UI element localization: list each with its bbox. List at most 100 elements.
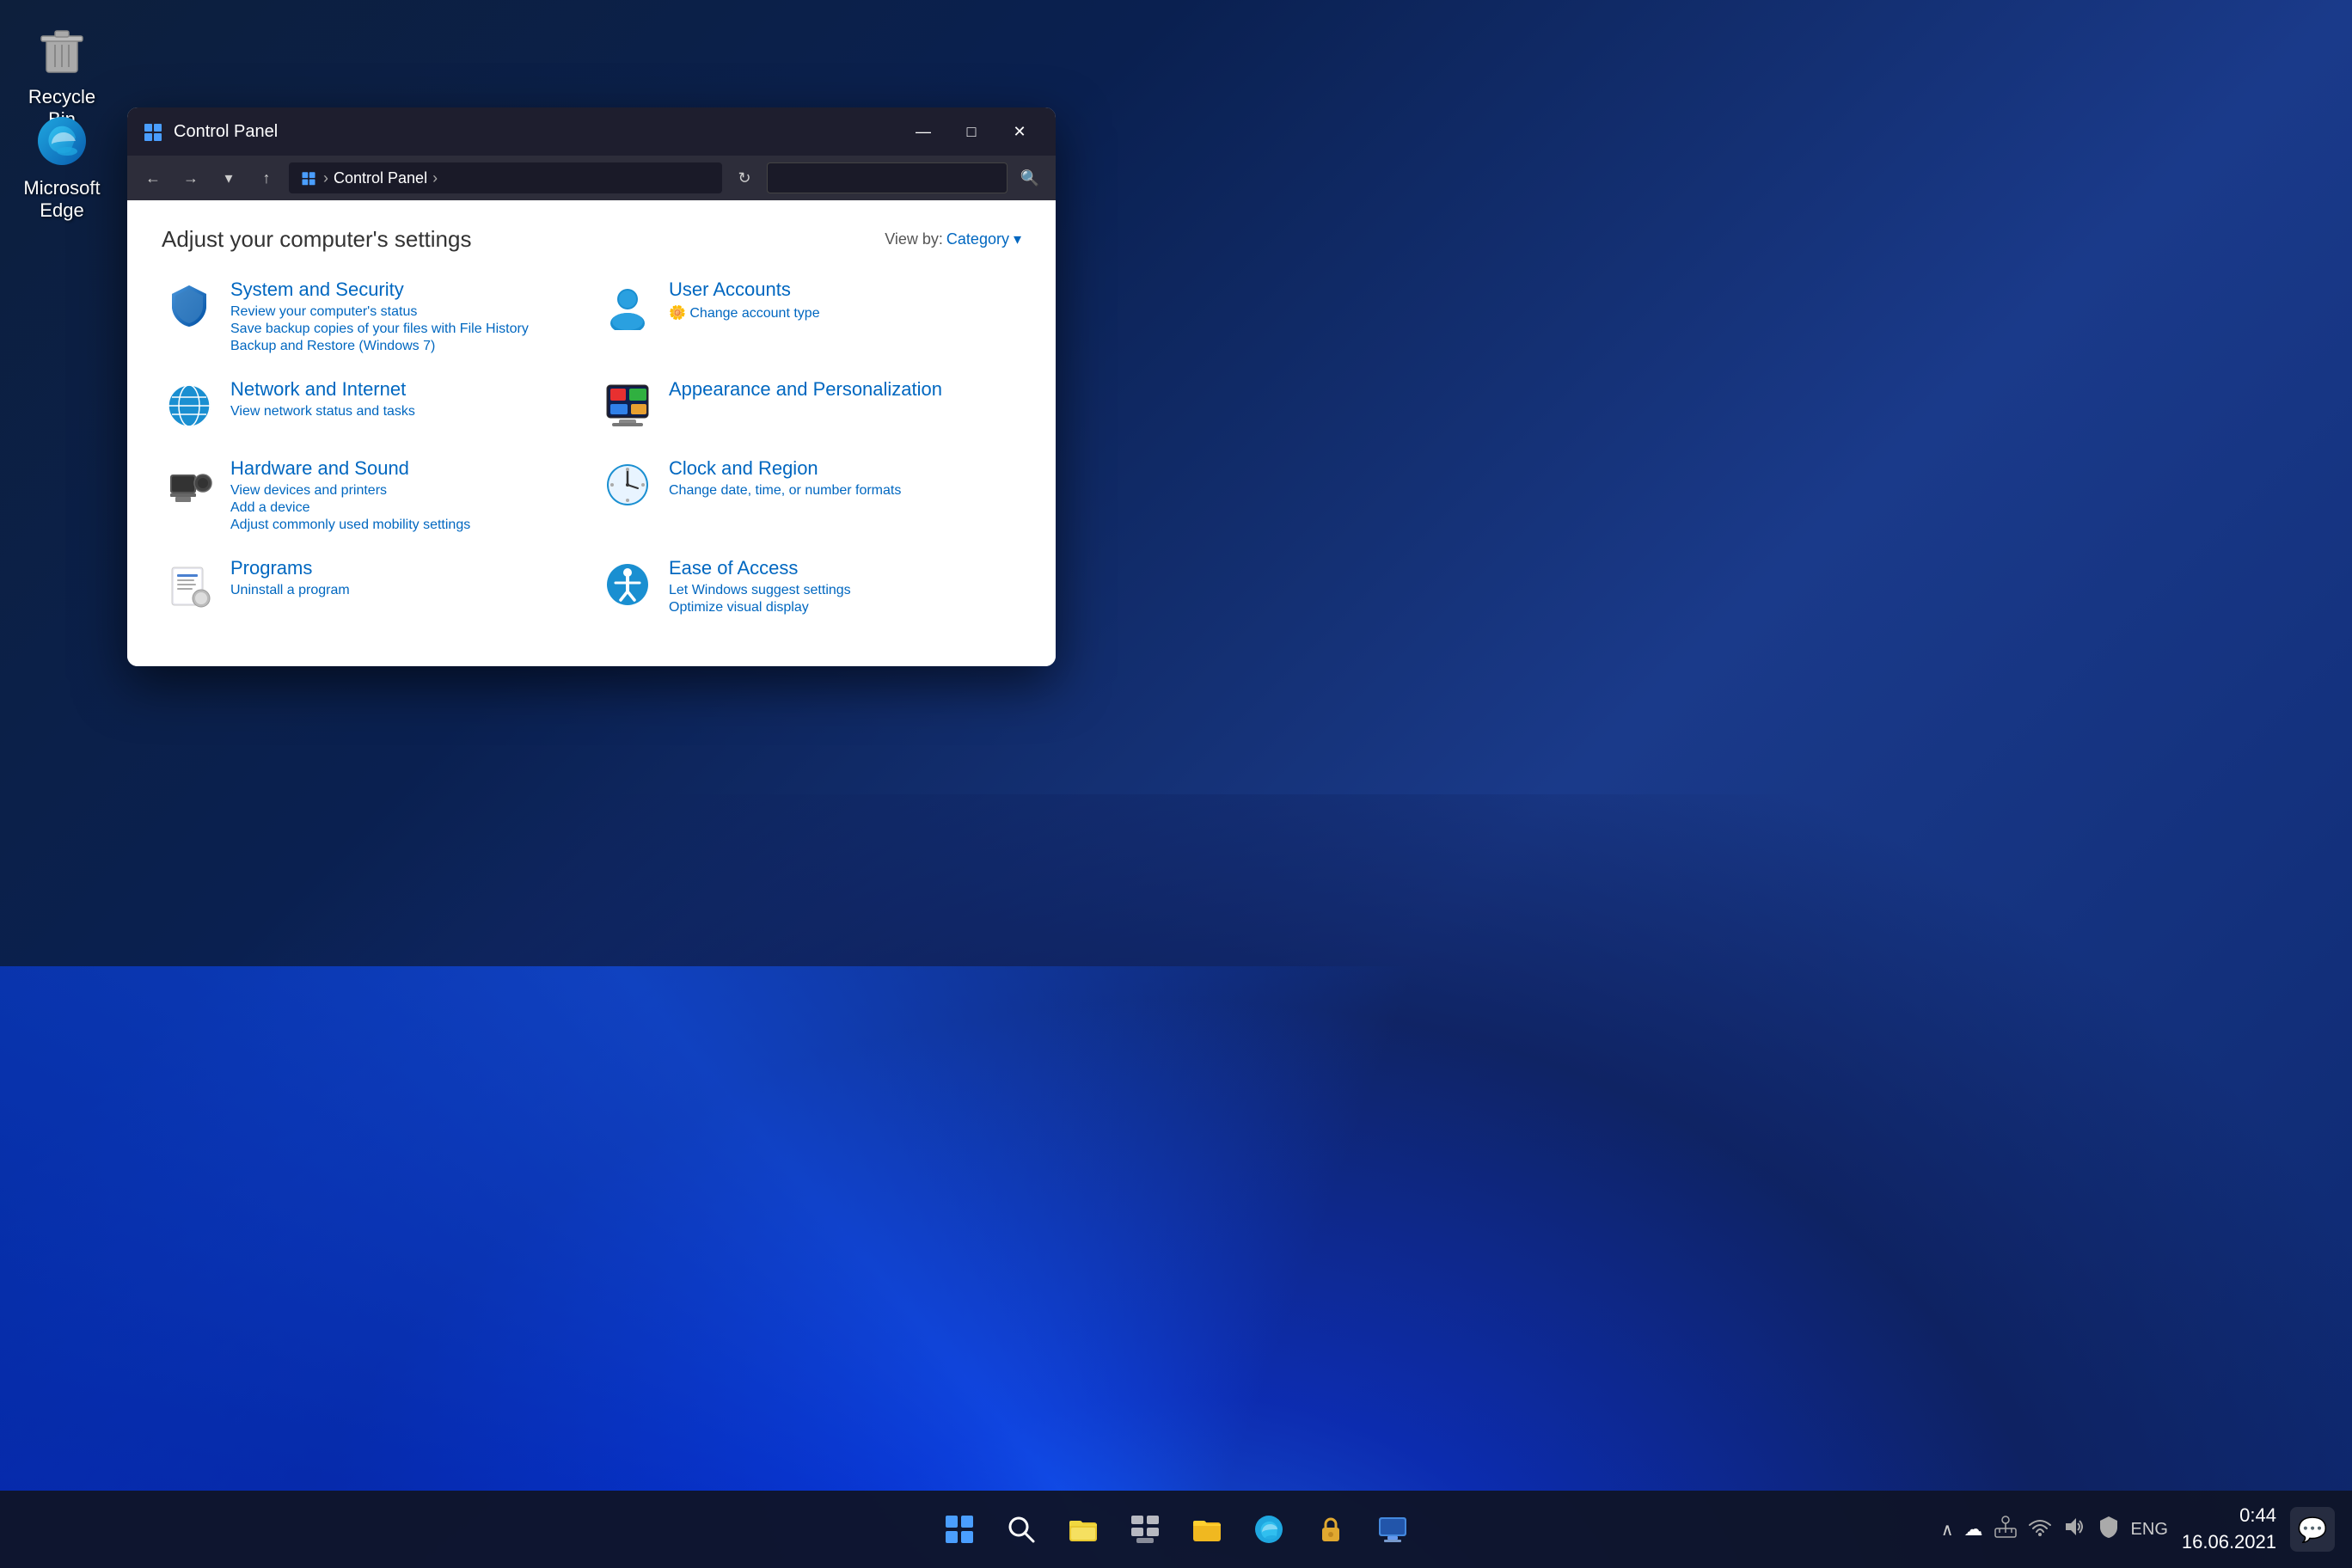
content-area: Adjust your computer's settings View by:… [127, 200, 1056, 666]
taskbar-center [932, 1502, 1420, 1557]
window-title: Control Panel [174, 122, 901, 142]
back-button[interactable]: ← [138, 162, 168, 193]
edge-svg [34, 113, 89, 168]
screen-button[interactable] [1365, 1502, 1420, 1557]
shield-icon[interactable] [2097, 1515, 2121, 1544]
recycle-bin-image [31, 19, 93, 81]
cat-link[interactable]: Review your computer's status [230, 304, 529, 320]
cat-link[interactable]: Backup and Restore (Windows 7) [230, 339, 529, 354]
programs-title[interactable]: Programs [230, 557, 350, 579]
network-internet-content: Network and Internet View network status… [230, 378, 415, 420]
file-explorer-button[interactable] [1056, 1502, 1111, 1557]
ease-of-access-title[interactable]: Ease of Access [669, 557, 851, 579]
maximize-button[interactable]: □ [949, 114, 994, 149]
path-text: Control Panel [334, 169, 427, 187]
category-clock-region[interactable]: Clock and Region Change date, time, or n… [600, 457, 1021, 533]
appearance-content: Appearance and Personalization [669, 378, 942, 404]
category-hardware-sound[interactable]: Hardware and Sound View devices and prin… [162, 457, 583, 533]
notification-button[interactable]: 💬 [2290, 1507, 2335, 1552]
refresh-button[interactable]: ↻ [729, 162, 760, 193]
cat-link[interactable]: Adjust commonly used mobility settings [230, 518, 470, 533]
cat-link[interactable]: View network status and tasks [230, 404, 415, 420]
cat-link[interactable]: Change date, time, or number formats [669, 483, 901, 499]
chevron-up-icon[interactable]: ∧ [1941, 1519, 1954, 1540]
microsoft-edge-icon[interactable]: Microsoft Edge [10, 103, 113, 229]
forward-button[interactable]: → [175, 162, 206, 193]
cat-link[interactable]: Optimize visual display [669, 600, 851, 616]
content-header: Adjust your computer's settings View by:… [162, 226, 1021, 253]
address-path[interactable]: › Control Panel › [289, 162, 722, 193]
ease-of-access-content: Ease of Access Let Windows suggest setti… [669, 557, 851, 616]
categories-grid: System and Security Review your computer… [162, 279, 1021, 616]
address-bar: ← → ▾ ↑ › Control Panel › ↻ 🔍 [127, 156, 1056, 200]
ease-of-access-links: Let Windows suggest settings Optimize vi… [669, 583, 851, 616]
programs-links: Uninstall a program [230, 583, 350, 598]
hardware-sound-icon [162, 457, 217, 512]
taskbar: ∧ ☁ [0, 1491, 2352, 1568]
path-separator: › [323, 169, 328, 187]
system-security-content: System and Security Review your computer… [230, 279, 529, 354]
clock-display[interactable]: 0:44 16.06.2021 [2182, 1503, 2276, 1556]
user-accounts-title[interactable]: User Accounts [669, 279, 820, 301]
category-programs[interactable]: Programs Uninstall a program [162, 557, 583, 616]
cat-link[interactable]: Let Windows suggest settings [669, 583, 851, 598]
view-by-control: View by: Category ▾ [885, 230, 1021, 248]
system-security-icon [162, 279, 217, 334]
network-internet-title[interactable]: Network and Internet [230, 378, 415, 401]
clock-region-content: Clock and Region Change date, time, or n… [669, 457, 901, 499]
wifi-icon[interactable] [2028, 1515, 2052, 1544]
cloud-icon[interactable]: ☁ [1964, 1518, 1983, 1540]
wallpaper-decoration-2 [0, 966, 2352, 1568]
recycle-bin-svg [34, 22, 89, 77]
category-network-internet[interactable]: Network and Internet View network status… [162, 378, 583, 433]
up-button[interactable]: ↑ [251, 162, 282, 193]
cat-link[interactable]: View devices and printers [230, 483, 470, 499]
cat-link[interactable]: Save backup copies of your files with Fi… [230, 322, 529, 337]
category-ease-of-access[interactable]: Ease of Access Let Windows suggest setti… [600, 557, 1021, 616]
edge-taskbar-button[interactable] [1241, 1502, 1296, 1557]
dropdown-button[interactable]: ▾ [213, 162, 244, 193]
clock-date: 16.06.2021 [2182, 1529, 2276, 1556]
page-heading: Adjust your computer's settings [162, 226, 471, 253]
system-security-title[interactable]: System and Security [230, 279, 529, 301]
minimize-button[interactable]: — [901, 114, 946, 149]
search-input[interactable] [767, 162, 1008, 193]
network-icon[interactable] [1994, 1515, 2018, 1544]
start-button[interactable] [932, 1502, 987, 1557]
view-by-dropdown[interactable]: Category ▾ [946, 230, 1021, 248]
language-indicator[interactable]: ENG [2131, 1520, 2168, 1540]
hardware-sound-links: View devices and printers Add a device A… [230, 483, 470, 533]
path-end: › [432, 169, 438, 187]
system-security-links: Review your computer's status Save backu… [230, 304, 529, 354]
user-accounts-icon [600, 279, 655, 334]
microsoft-edge-label: Microsoft Edge [17, 177, 107, 222]
appearance-title[interactable]: Appearance and Personalization [669, 378, 942, 401]
clock-region-icon [600, 457, 655, 512]
explorer-button[interactable] [1179, 1502, 1234, 1557]
clock-time: 0:44 [2182, 1503, 2276, 1529]
clock-region-links: Change date, time, or number formats [669, 483, 901, 499]
ease-of-access-icon [600, 557, 655, 612]
task-view-button[interactable] [1118, 1502, 1173, 1557]
category-appearance[interactable]: Appearance and Personalization [600, 378, 1021, 433]
cat-link[interactable]: Add a device [230, 500, 470, 516]
cat-link[interactable]: 🌼 Change account type [669, 304, 820, 322]
category-user-accounts[interactable]: User Accounts 🌼 Change account type [600, 279, 1021, 354]
appearance-icon [600, 378, 655, 433]
vpn-button[interactable] [1303, 1502, 1358, 1557]
view-by-label: View by: [885, 230, 943, 248]
hardware-sound-title[interactable]: Hardware and Sound [230, 457, 470, 480]
volume-icon[interactable] [2062, 1515, 2086, 1544]
path-icon [299, 168, 318, 187]
cat-link[interactable]: Uninstall a program [230, 583, 350, 598]
clock-region-title[interactable]: Clock and Region [669, 457, 901, 480]
programs-content: Programs Uninstall a program [230, 557, 350, 598]
microsoft-edge-image [31, 110, 93, 172]
search-taskbar-button[interactable] [994, 1502, 1049, 1557]
network-internet-icon [162, 378, 217, 433]
network-internet-links: View network status and tasks [230, 404, 415, 420]
search-button[interactable]: 🔍 [1014, 162, 1045, 193]
close-button[interactable]: ✕ [997, 114, 1042, 149]
sys-tray-icons: ∧ ☁ [1941, 1515, 2168, 1544]
category-system-security[interactable]: System and Security Review your computer… [162, 279, 583, 354]
